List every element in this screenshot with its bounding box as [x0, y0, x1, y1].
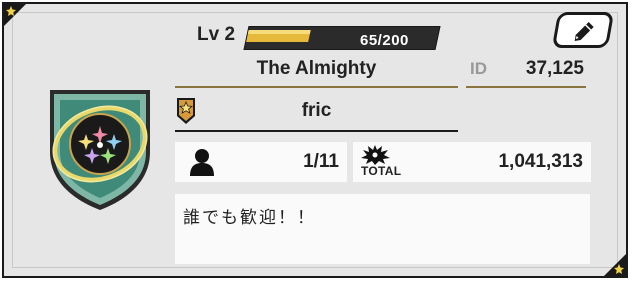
edit-button[interactable]: [551, 12, 615, 48]
total-label: TOTAL: [361, 164, 402, 178]
guild-id-row: ID 37,125: [466, 52, 586, 88]
total-power-panel: TOTAL 1,041,313: [353, 142, 591, 182]
guild-description: 誰でも歓迎！！: [183, 208, 316, 227]
guild-description-box: 誰でも歓迎！！: [175, 194, 590, 264]
star-corner-icon: [4, 4, 26, 26]
burst-icon: [361, 145, 390, 165]
guild-leader-name: fric: [301, 100, 332, 121]
person-icon: [190, 149, 214, 176]
total-value: 1,041,313: [498, 151, 583, 172]
xp-progress-bar: [243, 26, 441, 50]
star-corner-icon: [604, 254, 626, 276]
xp-progress-highlight: [247, 30, 311, 34]
member-count: 1/11: [303, 151, 339, 172]
guild-id-value: 37,125: [525, 58, 584, 79]
xp-progress-text: 65/200: [360, 32, 409, 49]
guild-name: The Almighty: [256, 58, 377, 79]
guild-leader-row: fric: [175, 92, 458, 132]
guild-name-row: The Almighty: [175, 52, 458, 88]
pencil-icon: [574, 22, 594, 41]
level-label: Lv 2: [197, 24, 236, 45]
guild-emblem-shield: [50, 90, 150, 210]
member-count-panel: 1/11: [175, 142, 347, 182]
guild-id-label: ID: [470, 59, 487, 78]
